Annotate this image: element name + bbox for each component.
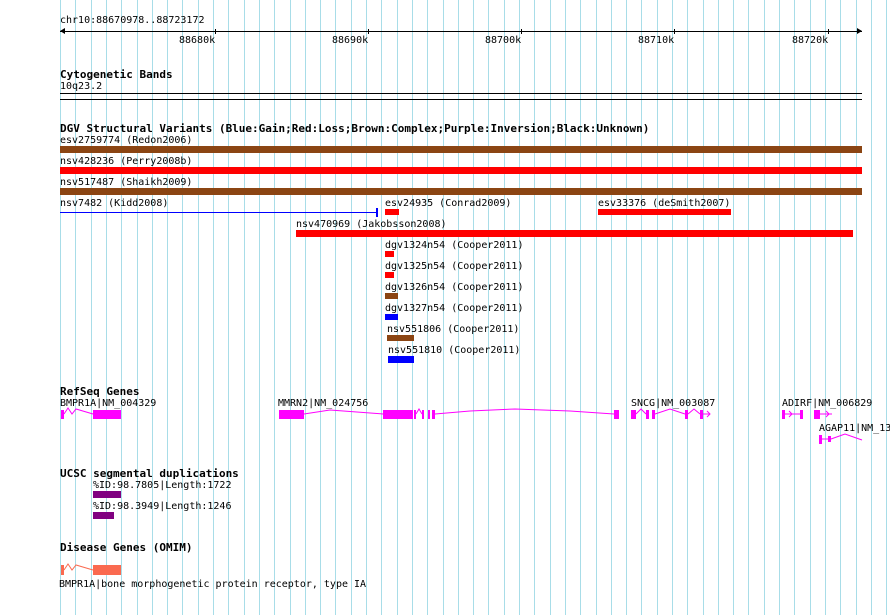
variant-label[interactable]: dgv1327n54 (Cooper2011) <box>385 303 523 315</box>
cytoband-line-bottom <box>60 99 862 100</box>
ruler-tick <box>215 29 216 34</box>
ruler-tick-label: 88690k <box>332 35 369 46</box>
gene-label[interactable]: MMRN2|NM_024756 <box>278 398 368 410</box>
ruler-tick-label: 88720k <box>792 35 829 46</box>
variant-bar[interactable] <box>385 209 399 215</box>
variant-label[interactable]: dgv1325n54 (Cooper2011) <box>385 261 523 273</box>
variant-label[interactable]: dgv1324n54 (Cooper2011) <box>385 240 523 252</box>
ruler-tick-label: 88680k <box>179 35 216 46</box>
ruler-tick <box>674 29 675 34</box>
variant-bar[interactable] <box>385 272 394 278</box>
ruler-tick <box>828 29 829 34</box>
cytoband-label: 10q23.2 <box>60 81 103 92</box>
variant-line-end <box>376 208 378 217</box>
gene-label[interactable]: BMPR1A|NM_004329 <box>60 398 156 410</box>
cytoband-line-top <box>60 93 862 94</box>
omim-label[interactable]: BMPR1A|bone morphogenetic protein recept… <box>59 579 366 591</box>
segdup-bar[interactable] <box>93 512 114 519</box>
track-title: Disease Genes (OMIM) <box>60 541 193 554</box>
variant-bar[interactable] <box>385 251 394 257</box>
gene-label[interactable]: AGAP11|NM_13 <box>819 423 890 435</box>
ruler-tick-label: 88710k <box>638 35 675 46</box>
variant-bar[interactable] <box>60 188 862 195</box>
track-title: UCSC segmental duplications <box>60 467 239 480</box>
ruler-tick <box>368 29 369 34</box>
variant-label[interactable]: esv24935 (Conrad2009) <box>385 198 511 210</box>
ruler-tick <box>521 29 522 34</box>
variant-label[interactable]: nsv7482 (Kidd2008) <box>60 198 168 210</box>
segdup-bar[interactable] <box>93 491 121 498</box>
ruler-axis <box>60 31 862 32</box>
track-title: RefSeq Genes <box>60 385 140 398</box>
variant-line[interactable] <box>60 212 377 213</box>
variant-bar[interactable] <box>387 335 414 341</box>
variant-bar[interactable] <box>60 146 862 153</box>
ruler-left-arrow <box>60 28 65 34</box>
variant-bar[interactable] <box>385 314 398 320</box>
variant-bar[interactable] <box>296 230 853 237</box>
track-title: Cytogenetic Bands <box>60 68 173 81</box>
gene-label[interactable]: SNCG|NM_003087 <box>631 398 715 410</box>
track-title: DGV Structural Variants (Blue:Gain;Red:L… <box>60 122 650 135</box>
variant-bar[interactable] <box>388 356 414 363</box>
variant-bar[interactable] <box>385 293 398 299</box>
ruler-right-arrow <box>857 28 862 34</box>
variant-bar[interactable] <box>598 209 731 215</box>
ruler-range: chr10:88670978..88723172 <box>60 15 205 26</box>
gene-label[interactable]: ADIRF|NM_006829 <box>782 398 872 410</box>
variant-label[interactable]: dgv1326n54 (Cooper2011) <box>385 282 523 294</box>
variant-bar[interactable] <box>60 167 862 174</box>
ruler-tick-label: 88700k <box>485 35 522 46</box>
